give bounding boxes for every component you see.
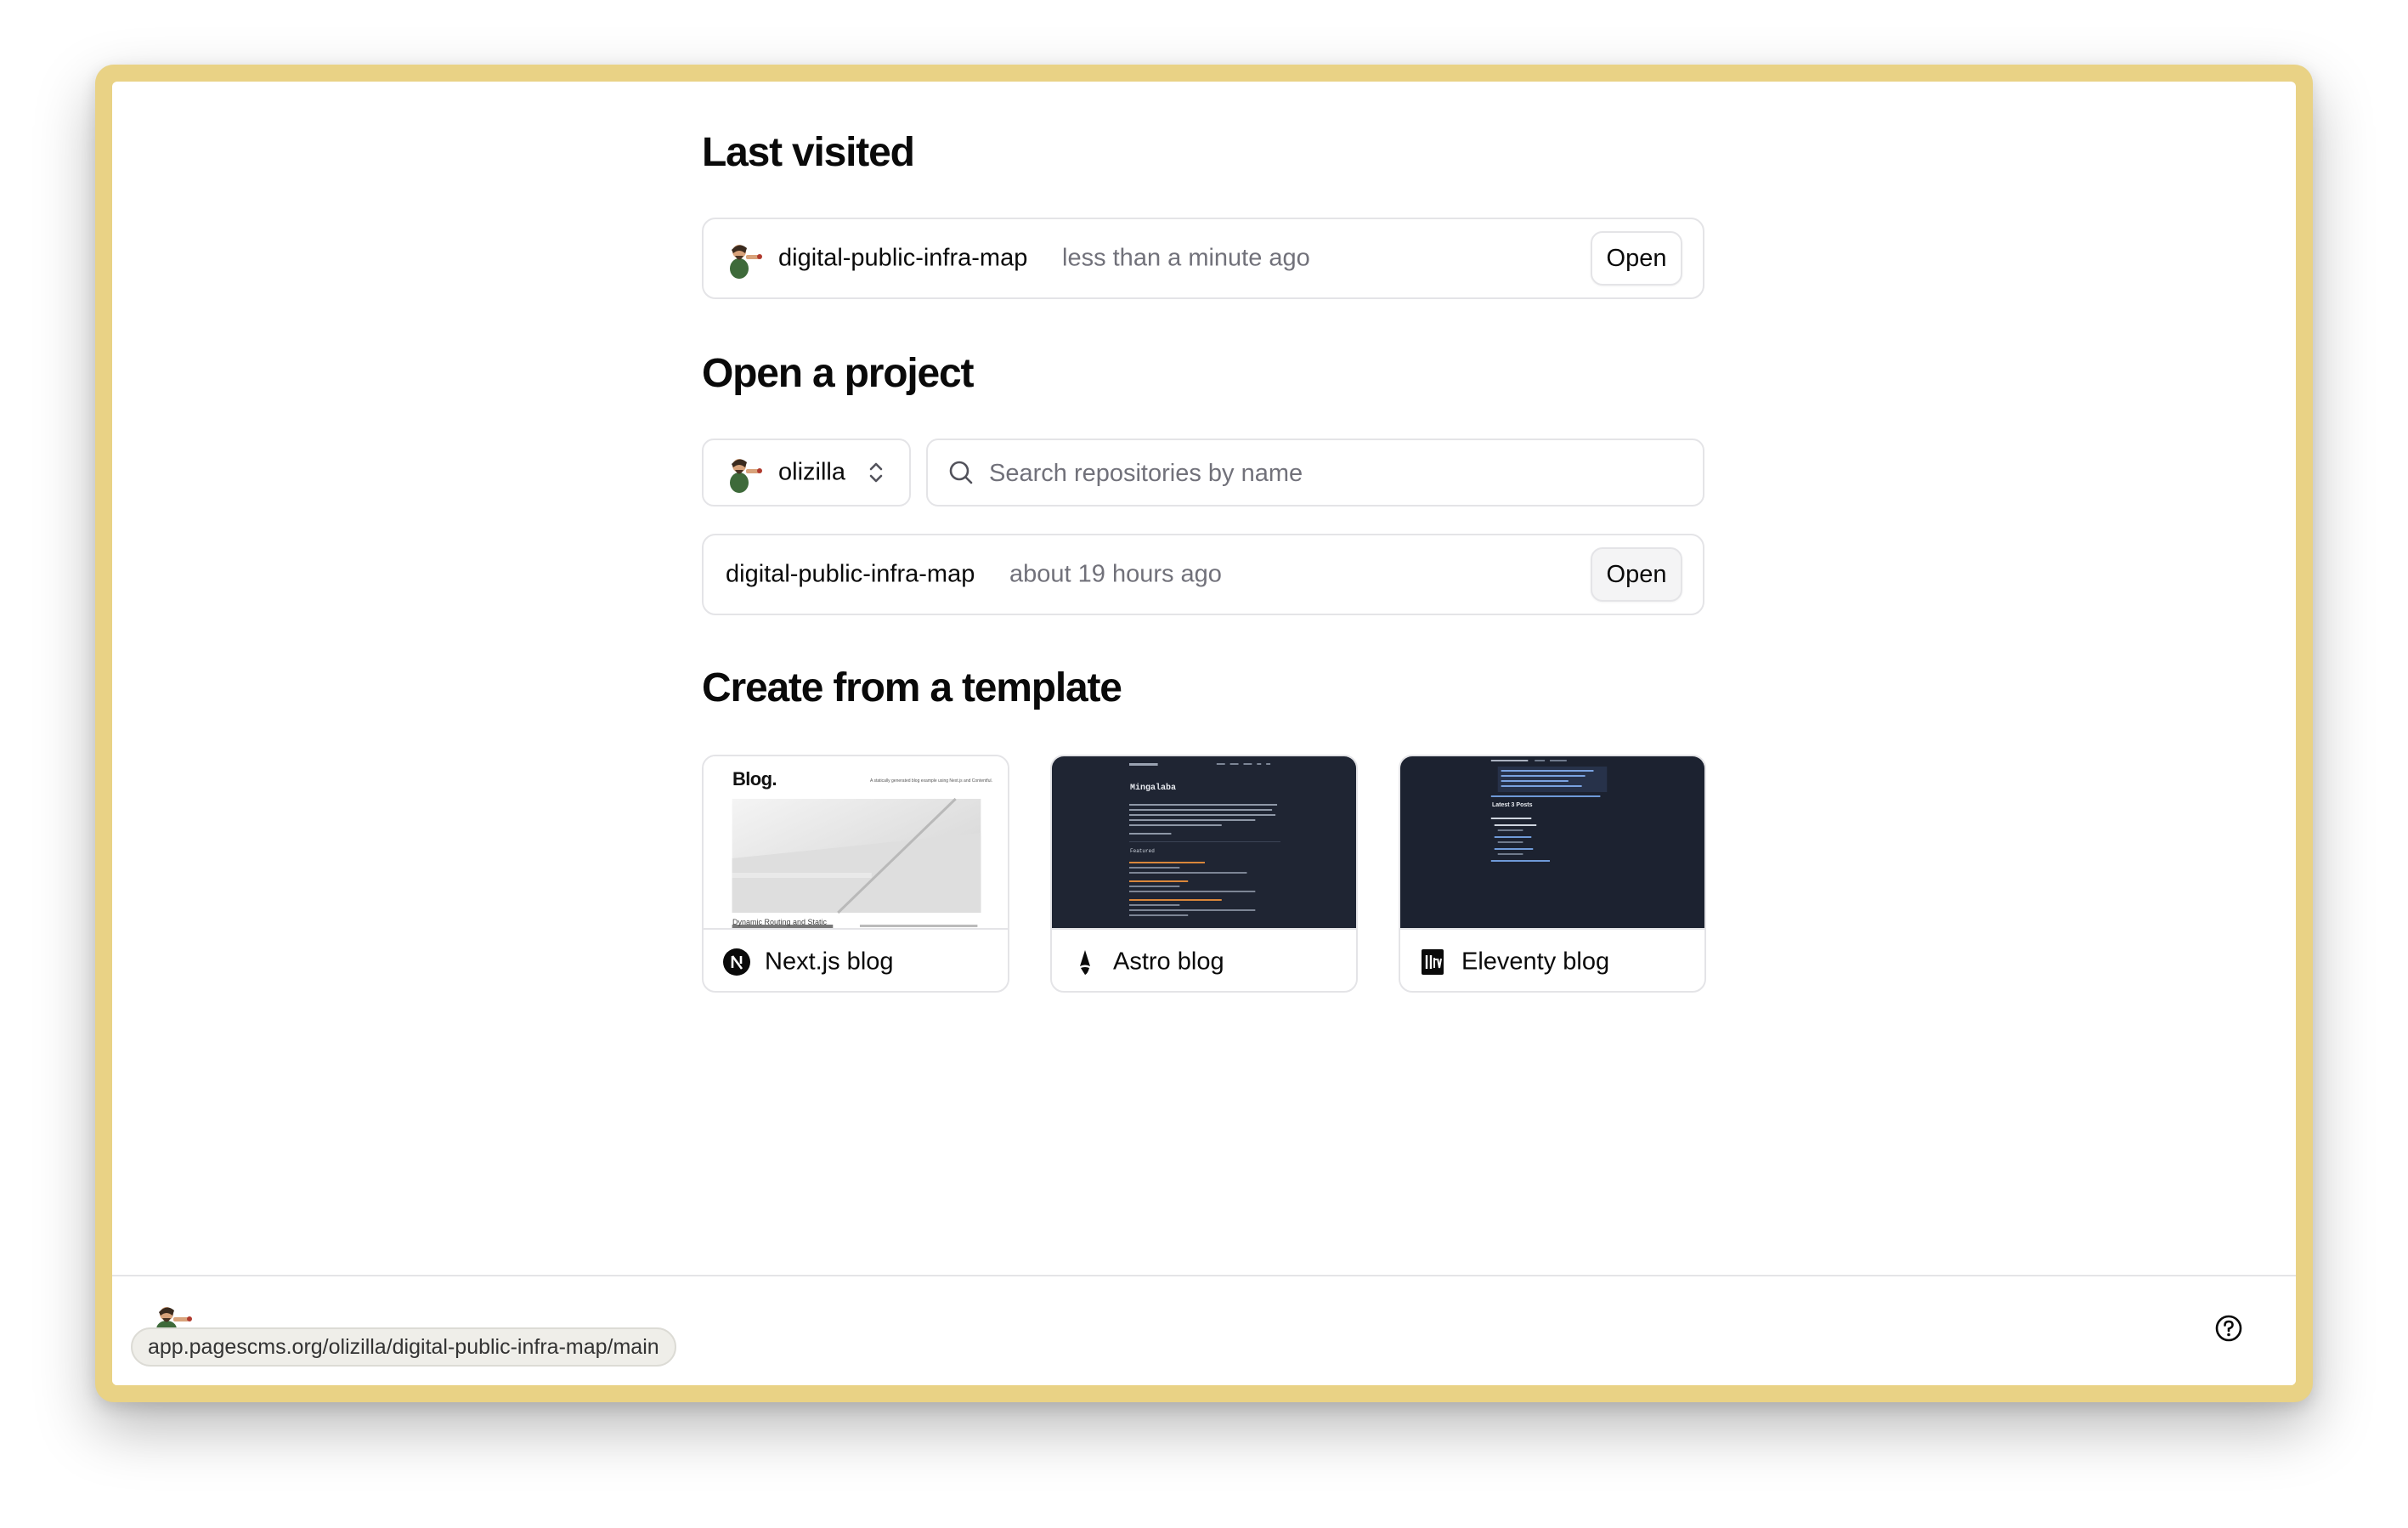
templates-title: Create from a template <box>702 665 1122 710</box>
eleventy-icon <box>1422 949 1444 975</box>
template-thumbnail <box>1400 756 1704 928</box>
repo-name: digital-public-infra-map <box>778 244 1028 272</box>
account-avatar[interactable] <box>150 1300 197 1329</box>
template-footer: Next.js blog <box>704 928 1008 991</box>
search-icon <box>949 461 973 484</box>
repo-time: about 19 hours ago <box>1009 560 1222 588</box>
thumb-section: Featured <box>1130 848 1155 854</box>
owner-label: olizilla <box>778 458 845 486</box>
help-icon[interactable] <box>2214 1314 2243 1343</box>
chevron-up-down-icon <box>869 462 883 483</box>
template-footer: Eleventy blog <box>1400 928 1704 991</box>
template-card-astro[interactable]: Mingalaba Featured Astro blog <box>1050 755 1358 993</box>
template-thumbnail <box>1052 756 1356 928</box>
last-visited-title: Last visited <box>702 130 915 175</box>
template-footer: Astro blog <box>1052 928 1356 991</box>
template-label: Astro blog <box>1113 948 1224 976</box>
template-card-nextjs[interactable]: Blog. A statically generated blog exampl… <box>702 755 1009 993</box>
owner-select[interactable]: olizilla <box>702 439 911 507</box>
thumb-title: Blog. <box>732 768 777 789</box>
repo-time: less than a minute ago <box>1062 244 1310 272</box>
template-card-eleventy[interactable]: Latest 3 Posts Eleventy blog <box>1399 755 1706 993</box>
thumb-section: Latest 3 Posts <box>1492 802 1533 808</box>
open-button[interactable]: Open <box>1591 547 1682 602</box>
astro-icon <box>1080 950 1090 975</box>
open-button[interactable]: Open <box>1591 231 1682 286</box>
thumb-post-title: Dynamic Routing and Static <box>732 918 828 926</box>
repo-name: digital-public-infra-map <box>726 560 975 588</box>
thumb-tagline: A statically generated blog example usin… <box>870 778 992 784</box>
last-visited-card[interactable]: digital-public-infra-map less than a min… <box>702 218 1704 299</box>
status-url-tooltip: app.pagescms.org/olizilla/digital-public… <box>131 1327 676 1367</box>
nextjs-icon <box>723 948 750 976</box>
open-project-title: Open a project <box>702 351 974 396</box>
thumb-title: Mingalaba <box>1130 784 1177 793</box>
repo-search[interactable] <box>926 439 1704 507</box>
repo-row[interactable]: digital-public-infra-map about 19 hours … <box>702 534 1704 615</box>
user-avatar <box>730 245 762 279</box>
search-input[interactable] <box>987 447 1687 500</box>
owner-avatar <box>730 459 762 493</box>
app-window: Last visited digital-public-infra-map le… <box>112 82 2296 1385</box>
template-label: Eleventy blog <box>1461 948 1610 976</box>
template-label: Next.js blog <box>765 948 894 976</box>
